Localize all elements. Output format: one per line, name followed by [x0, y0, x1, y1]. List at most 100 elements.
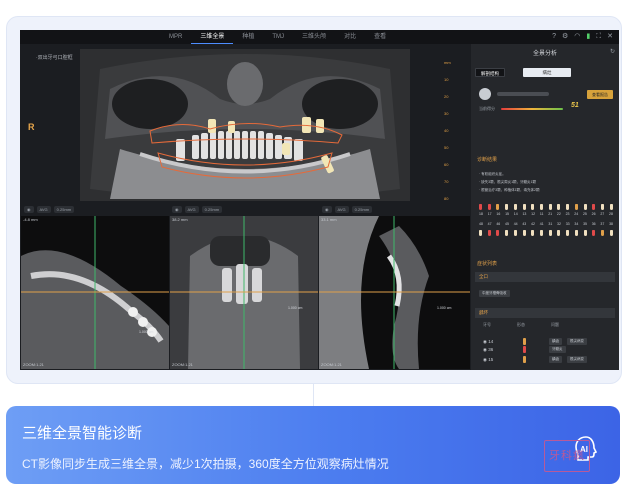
thickness-select[interactable]: 0.25mm	[351, 205, 373, 213]
row-tooth-15[interactable]: ◉ 15	[483, 357, 493, 363]
tooth-number-13[interactable]: 13	[522, 212, 526, 216]
tooth-number-16[interactable]: 16	[496, 212, 500, 216]
tooth-number-28[interactable]: 28	[609, 212, 613, 216]
thickness-select[interactable]: 0.25mm	[53, 205, 75, 213]
tooth-icon[interactable]	[601, 230, 605, 236]
tooth-number-31[interactable]: 31	[548, 222, 552, 226]
tooth-number-27[interactable]: 27	[600, 212, 604, 216]
caries-section-header[interactable]: 龋坏	[475, 308, 615, 318]
fullscreen-icon[interactable]: ⛶	[596, 32, 601, 42]
sagittal-slice-view[interactable]: 33.1 mm 1.000 cm ZOOM:1.21	[319, 216, 470, 369]
tooth-number-37[interactable]: 37	[600, 222, 604, 226]
tooth-icon[interactable]	[540, 204, 544, 210]
tooth-number-14[interactable]: 14	[514, 212, 518, 216]
issue-tag[interactable]: 根尖病变	[567, 356, 587, 363]
tooth-number-17[interactable]: 17	[488, 212, 492, 216]
tooth-number-44[interactable]: 44	[514, 222, 518, 226]
tooth-number-12[interactable]: 12	[531, 212, 535, 216]
tooth-number-32[interactable]: 32	[557, 222, 561, 226]
tooth-icon[interactable]	[583, 204, 587, 210]
issue-tag[interactable]: 根尖病变	[567, 338, 587, 345]
tooth-number-15[interactable]: 15	[505, 212, 509, 216]
tooth-icon[interactable]	[557, 230, 561, 236]
tooth-number-35[interactable]: 35	[583, 222, 587, 226]
camera-icon[interactable]: ◉	[24, 205, 34, 213]
tooth-icon[interactable]	[592, 230, 596, 236]
tooth-number-36[interactable]: 36	[592, 222, 596, 226]
settings-icon[interactable]: ⚙	[562, 32, 568, 42]
help-icon[interactable]: ?	[552, 32, 556, 42]
tooth-icon[interactable]	[487, 204, 491, 210]
tooth-number-23[interactable]: 23	[566, 212, 570, 216]
tooth-icon[interactable]	[548, 204, 552, 210]
tooth-icon[interactable]	[522, 204, 526, 210]
tooth-icon[interactable]	[513, 204, 517, 210]
tooth-icon[interactable]	[505, 204, 509, 210]
render-mode-select[interactable]: AVG	[184, 205, 199, 213]
tooth-icon[interactable]	[609, 230, 613, 236]
oral-section-header[interactable]: 全口	[475, 272, 615, 282]
tooth-icon[interactable]	[479, 204, 482, 210]
tooth-icon[interactable]	[522, 230, 526, 236]
refresh-icon[interactable]: ↻	[610, 48, 615, 55]
row-tooth-36[interactable]: ◉ 36	[483, 347, 493, 353]
tooth-icon[interactable]	[548, 230, 552, 236]
tooth-number-11[interactable]: 11	[540, 212, 544, 216]
tooth-icon[interactable]	[574, 204, 578, 210]
tooth-icon[interactable]	[540, 230, 544, 236]
tooth-icon[interactable]	[487, 230, 491, 236]
tooth-number-38[interactable]: 38	[609, 222, 613, 226]
tooth-number-33[interactable]: 33	[566, 222, 570, 226]
coronal-slice-view[interactable]: 38.2 mm 1.000 cm ZOOM:1.21	[170, 216, 318, 369]
close-icon[interactable]: ✕	[607, 32, 613, 42]
tab-compare[interactable]: 对比	[335, 30, 365, 44]
tooth-number-26[interactable]: 26	[592, 212, 596, 216]
tooth-icon[interactable]	[592, 204, 596, 210]
tooth-icon[interactable]	[531, 230, 535, 236]
camera-icon[interactable]: ◉	[172, 205, 182, 213]
tooth-number-24[interactable]: 24	[574, 212, 578, 216]
view-report-button[interactable]: 查看报告	[587, 90, 613, 99]
tooth-icon[interactable]	[505, 230, 509, 236]
tooth-icon[interactable]	[496, 230, 500, 236]
render-mode-select[interactable]: AVG	[334, 205, 349, 213]
tab-view[interactable]: 查看	[365, 30, 395, 44]
tooth-number-43[interactable]: 43	[522, 222, 526, 226]
tooth-number-48[interactable]: 48	[479, 222, 483, 226]
issue-tag[interactable]: 牙髓炎	[549, 346, 566, 353]
tooth-icon[interactable]	[557, 204, 561, 210]
anatomy-button[interactable]: 解剖结构	[475, 68, 505, 77]
tooth-number-25[interactable]: 25	[583, 212, 587, 216]
camera-icon[interactable]: ◉	[322, 205, 332, 213]
tooth-number-45[interactable]: 45	[505, 222, 509, 226]
tooth-icon[interactable]	[566, 204, 570, 210]
issue-tag[interactable]: 龋齿	[549, 356, 562, 363]
tab-implant[interactable]: 种植	[233, 30, 263, 44]
tooth-number-41[interactable]: 41	[540, 222, 544, 226]
row-tooth-14[interactable]: ◉ 14	[483, 339, 493, 345]
thickness-select[interactable]: 0.25mm	[201, 205, 223, 213]
tooth-number-34[interactable]: 34	[574, 222, 578, 226]
tab-3d-pano[interactable]: 三维全景	[191, 30, 234, 44]
tooth-number-47[interactable]: 47	[488, 222, 492, 226]
tooth-icon[interactable]	[583, 230, 587, 236]
issue-tag[interactable]: 龋齿	[549, 338, 562, 345]
tooth-number-42[interactable]: 42	[531, 222, 535, 226]
tooth-number-18[interactable]: 18	[479, 212, 483, 216]
tab-3d-ceph[interactable]: 三维头颅	[293, 30, 335, 44]
bone-loss-tag[interactable]: 中度牙槽骨吸收	[479, 290, 510, 297]
tooth-number-22[interactable]: 22	[557, 212, 561, 216]
tooth-icon[interactable]	[496, 204, 500, 210]
tooth-icon[interactable]	[609, 204, 613, 210]
tooth-number-46[interactable]: 46	[496, 222, 500, 226]
tooth-icon[interactable]	[479, 230, 482, 236]
lesion-button[interactable]: 病灶	[523, 68, 571, 77]
tab-tmj[interactable]: TMJ	[263, 30, 293, 44]
tooth-number-21[interactable]: 21	[548, 212, 552, 216]
tooth-icon[interactable]	[513, 230, 517, 236]
panoramic-view[interactable]	[80, 49, 410, 201]
render-mode-select[interactable]: AVG	[36, 205, 51, 213]
tooth-icon[interactable]	[531, 204, 535, 210]
tooth-icon[interactable]	[574, 230, 578, 236]
tooth-icon[interactable]	[566, 230, 570, 236]
